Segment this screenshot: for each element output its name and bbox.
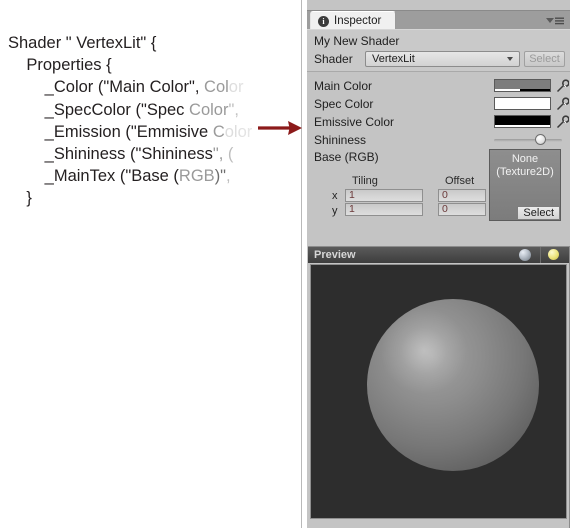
code-segment: Color [189, 100, 229, 119]
code-segment: _Emission ("Emmisive [8, 122, 213, 141]
code-line: _Shininess ("Shininess", ( [8, 143, 302, 165]
texture-none-label: None [511, 153, 539, 165]
shader-header: My New Shader Shader VertexLit Select [307, 30, 570, 72]
preview-toolbar-divider [540, 247, 541, 263]
shininess-slider-handle[interactable] [535, 134, 546, 145]
preview-sphere-mesh [367, 299, 539, 471]
code-segment: Properties { [8, 56, 112, 75]
property-label: Main Color [314, 79, 373, 93]
chevron-down-icon [507, 57, 513, 61]
code-segment: C [212, 122, 225, 141]
offset-y-input[interactable]: 0 [438, 203, 486, 216]
swatch-color [495, 116, 550, 125]
swatch-alpha-bar [495, 125, 550, 127]
texture-thumbnail[interactable]: None (Texture2D) Select [489, 149, 561, 221]
axis-label-y: y [332, 205, 338, 217]
preview-title: Preview [314, 249, 356, 261]
code-line: Properties { [8, 54, 302, 76]
code-segment: RGB [178, 167, 215, 186]
select-shader-button[interactable]: Select [524, 51, 565, 67]
code-segment: or [228, 78, 244, 97]
property-label: Spec Color [314, 97, 374, 111]
annotation-right-arrow-icon [258, 121, 302, 135]
shader-dropdown[interactable]: VertexLit [365, 51, 520, 67]
tiling-header: Tiling [352, 175, 378, 187]
shininess-slider[interactable] [494, 139, 562, 142]
code-line: _MainTex ("Base (RGB)", [8, 165, 302, 187]
preview-header-bar: Preview [308, 246, 569, 263]
eyedropper-icon[interactable] [556, 79, 569, 93]
offset-header: Offset [445, 175, 475, 187]
tab-inspector-label: Inspector [334, 14, 382, 27]
property-list: Main Color Spec Color Emissive Color Shi… [307, 72, 570, 221]
property-label: Emissive Color [314, 115, 395, 129]
code-line: _Color ("Main Color", Color [8, 76, 302, 98]
property-row-shininess: Shininess [307, 131, 570, 149]
sphere-preview-icon[interactable] [519, 249, 531, 261]
inspector-tab-strip: i Inspector [307, 10, 570, 30]
shader-field-label: Shader [314, 52, 353, 66]
offset-x-input[interactable]: 0 [438, 189, 486, 202]
eyedropper-icon[interactable] [556, 115, 569, 129]
code-segment: Shader " VertexLit" { [8, 34, 157, 52]
property-label: Base (RGB) [314, 150, 379, 164]
main-color-swatch[interactable] [494, 79, 551, 92]
shader-dropdown-value: VertexLit [372, 53, 415, 65]
code-segment: )" [214, 167, 227, 186]
emissive-color-swatch[interactable] [494, 115, 551, 128]
property-row-spec-color: Spec Color [307, 95, 570, 113]
options-menu-icon[interactable] [545, 15, 565, 26]
code-segment: , [226, 167, 231, 186]
property-label: Shininess [314, 133, 367, 147]
code-line: Shader " VertexLit" { [8, 32, 302, 54]
spec-color-swatch[interactable] [494, 97, 551, 110]
code-segment: ", [228, 100, 239, 119]
code-segment: _Color ("Main Color", [8, 78, 205, 97]
swatch-alpha-bar [495, 107, 550, 109]
code-segment: } [8, 189, 32, 208]
eyedropper-icon[interactable] [556, 97, 569, 111]
axis-label-x: x [332, 190, 338, 202]
property-row-main-color: Main Color [307, 77, 570, 95]
material-name-label: My New Shader [314, 34, 400, 48]
texture-type-label: (Texture2D) [496, 166, 554, 178]
code-segment: ( [223, 145, 234, 164]
panel-divider [301, 0, 302, 528]
code-segment: olor [224, 122, 253, 141]
code-segment: _Shininess ("Shininess [8, 145, 213, 164]
code-segment: ", [212, 145, 224, 164]
inspector-window: i Inspector My New Shader Shader VertexL… [307, 0, 570, 528]
property-row-emissive-color: Emissive Color [307, 113, 570, 131]
swatch-alpha-bar [495, 89, 550, 91]
inspector-body: My New Shader Shader VertexLit Select Ma… [307, 29, 570, 244]
code-segment: _MainTex ("Base ( [8, 167, 179, 186]
swatch-color [495, 98, 550, 107]
lighting-toggle-icon[interactable] [548, 249, 559, 260]
info-icon: i [318, 15, 329, 27]
code-segment: _SpecColor ("Spec [8, 100, 190, 119]
texture-select-button[interactable]: Select [517, 206, 560, 220]
preview-viewport[interactable] [310, 264, 567, 519]
tiling-x-input[interactable]: 1 [345, 189, 423, 202]
code-line: } [8, 187, 302, 209]
swatch-color [495, 80, 550, 89]
property-row-base-rgb: Base (RGB) Tiling Offset x y 1 1 0 0 Non… [307, 149, 570, 221]
shader-code-panel: Shader " VertexLit" { Properties { _Colo… [0, 0, 302, 528]
code-segment: Col [204, 78, 229, 97]
tiling-y-input[interactable]: 1 [345, 203, 423, 216]
tab-inspector[interactable]: i Inspector [310, 11, 397, 30]
